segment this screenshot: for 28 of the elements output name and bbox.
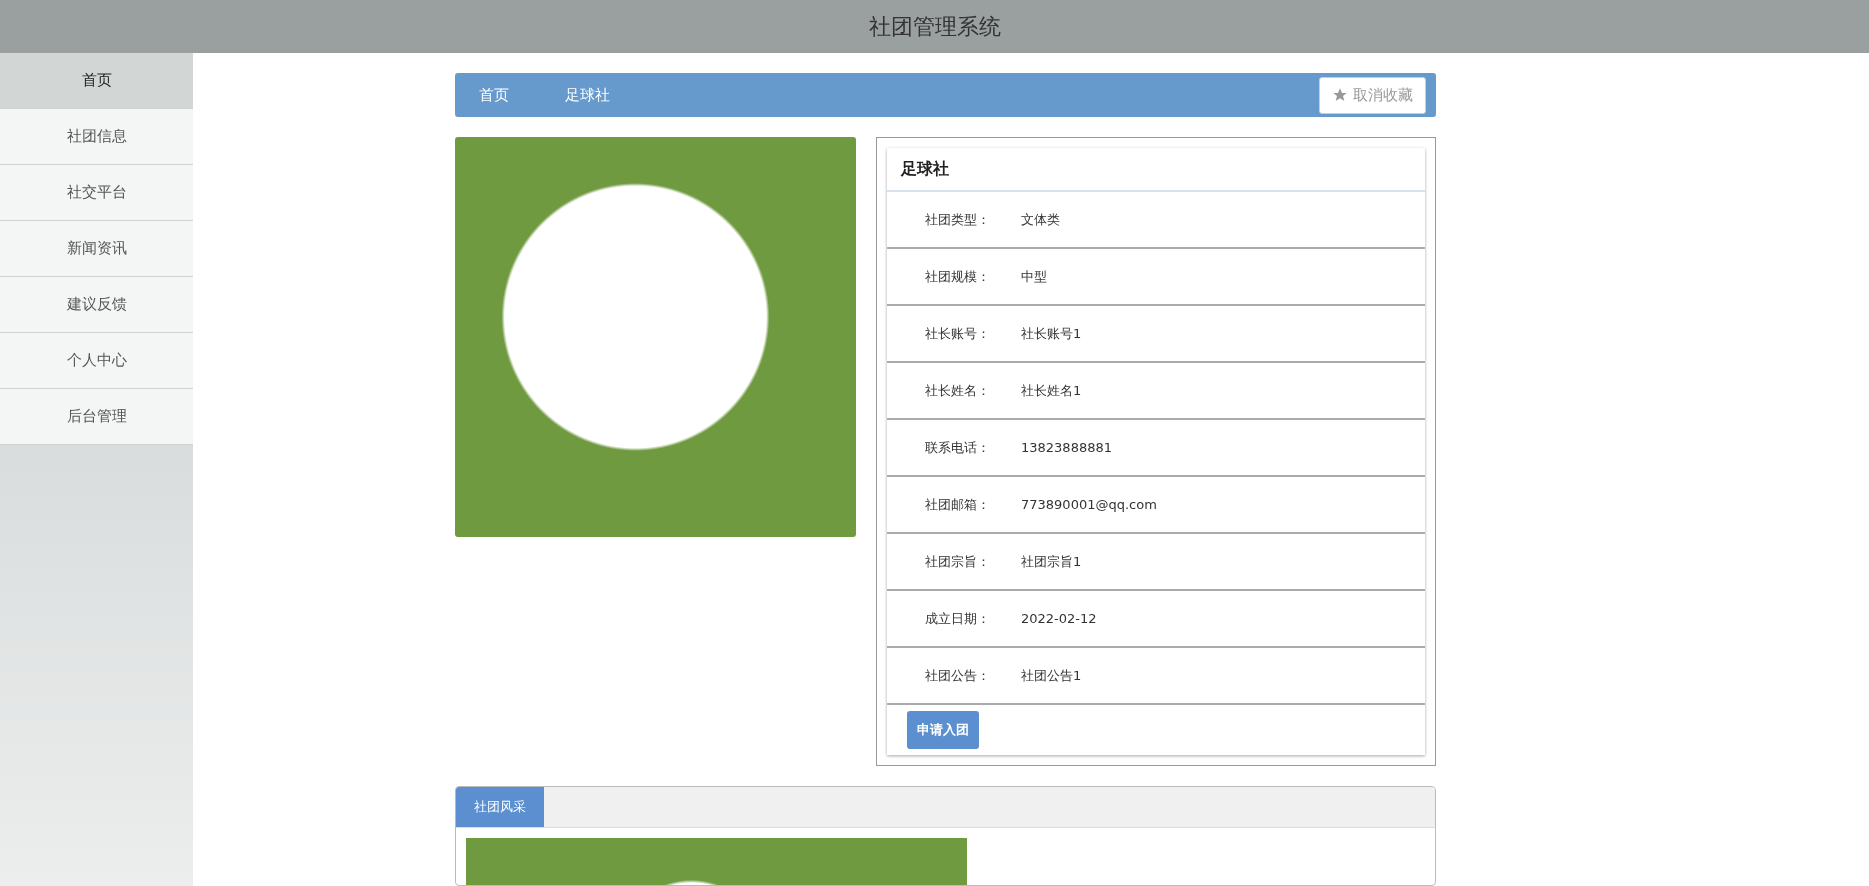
field-label: 成立日期：	[925, 609, 991, 628]
field-value: 社长账号1	[1021, 324, 1082, 343]
star-icon	[1332, 87, 1348, 103]
sidebar-item[interactable]: 社团信息	[0, 109, 193, 165]
sidebar-item[interactable]: 首页	[0, 53, 193, 109]
field-label: 社团类型：	[925, 210, 991, 229]
field-label: 社团宗旨：	[925, 552, 991, 571]
field-value: 文体类	[1021, 210, 1060, 229]
field-value: 中型	[1021, 267, 1047, 286]
club-name: 足球社	[887, 148, 1425, 192]
sidebar-item[interactable]: 社交平台	[0, 165, 193, 221]
field-label: 联系电话：	[925, 438, 991, 457]
field-value: 2022-02-12	[1021, 611, 1097, 626]
field-value: 社长姓名1	[1021, 381, 1082, 400]
field-label: 社长账号：	[925, 324, 991, 343]
sidebar-item[interactable]: 建议反馈	[0, 277, 193, 333]
field-value: 13823888881	[1021, 440, 1112, 455]
field-value: 社团公告1	[1021, 666, 1082, 685]
field-label: 社长姓名：	[925, 381, 991, 400]
field-label: 社团规模：	[925, 267, 991, 286]
field-value: 社团宗旨1	[1021, 552, 1082, 571]
app-title: 社团管理系统	[868, 12, 1001, 41]
sidebar-item[interactable]: 个人中心	[0, 333, 193, 389]
field-label: 社团邮箱：	[925, 495, 991, 514]
field-label: 社团公告：	[925, 666, 991, 685]
field-value: 773890001@qq.com	[1021, 497, 1157, 512]
sidebar-item[interactable]: 后台管理	[0, 389, 193, 445]
sidebar-item[interactable]: 新闻资讯	[0, 221, 193, 277]
